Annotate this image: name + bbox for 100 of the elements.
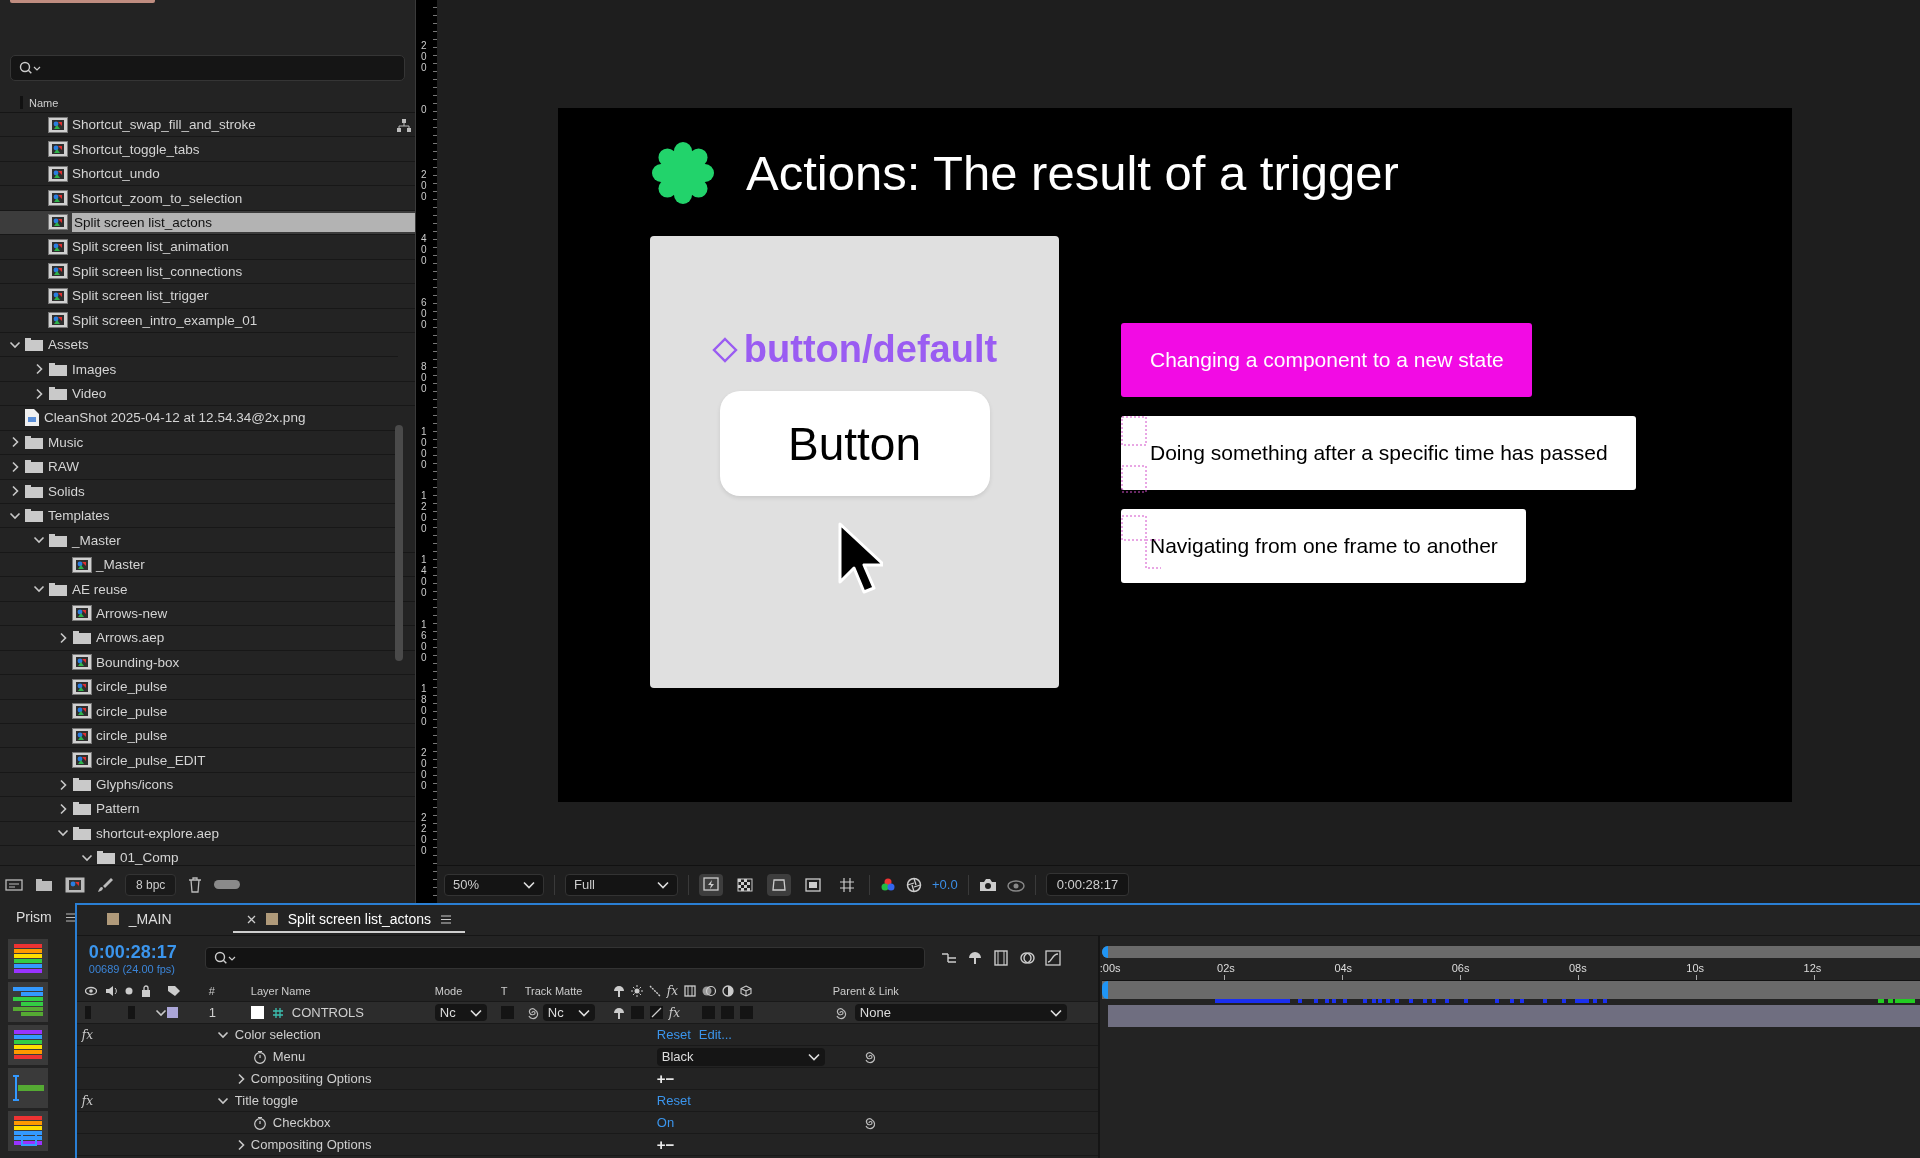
search-field[interactable] bbox=[204, 947, 925, 969]
effect-name[interactable]: Color selection bbox=[234, 1027, 321, 1042]
chevron-down-icon[interactable] bbox=[81, 853, 93, 862]
effects-switch[interactable]: fx bbox=[668, 1005, 680, 1020]
flowchart-icon[interactable] bbox=[940, 950, 957, 966]
lock-toggle[interactable] bbox=[128, 1006, 135, 1019]
current-time[interactable]: 0:00:28:17 bbox=[88, 941, 199, 963]
column-header[interactable]: Mode bbox=[434, 984, 463, 997]
switch-toggle[interactable] bbox=[630, 1006, 644, 1019]
link[interactable]: Edit... bbox=[698, 1027, 732, 1042]
fast-preview-icon[interactable] bbox=[703, 876, 719, 893]
project-item[interactable]: Assets bbox=[0, 332, 398, 358]
preset-thumbnail-icon[interactable] bbox=[8, 1068, 48, 1108]
chevron-down-icon[interactable] bbox=[9, 511, 21, 520]
tag-icon[interactable] bbox=[166, 984, 181, 997]
property-name[interactable]: Checkbox bbox=[272, 1115, 331, 1130]
column-header[interactable]: Layer Name bbox=[250, 984, 311, 997]
shy-layer-icon[interactable] bbox=[612, 1006, 625, 1019]
stopwatch-icon[interactable] bbox=[252, 1049, 267, 1064]
chevron-right-icon[interactable] bbox=[59, 631, 67, 644]
switch-toggle[interactable] bbox=[702, 1006, 715, 1019]
motion-blur-icon[interactable] bbox=[702, 984, 716, 997]
bit-depth-button[interactable]: 8 bpc bbox=[125, 873, 177, 896]
chevron-down-icon[interactable] bbox=[33, 585, 45, 594]
track-matte-dropdown[interactable]: Nc bbox=[542, 1004, 595, 1021]
scrollbar[interactable] bbox=[395, 425, 403, 661]
preset-thumbnail-icon[interactable] bbox=[8, 1025, 48, 1065]
chevron-down-icon[interactable] bbox=[154, 1008, 167, 1017]
timeline-tab[interactable]: _MAIN bbox=[92, 907, 233, 933]
motion-blur-icon[interactable] bbox=[1018, 950, 1035, 966]
shy-layer-icon[interactable] bbox=[966, 950, 983, 966]
shy-layer-icon[interactable] bbox=[612, 984, 625, 997]
column-header[interactable]: T bbox=[500, 984, 508, 997]
timeline-tab[interactable]: Split screen list_actons bbox=[232, 907, 465, 933]
composition-icon[interactable] bbox=[65, 876, 85, 893]
property-name[interactable]: Compositing Options bbox=[250, 1137, 372, 1152]
hierarchy-icon[interactable] bbox=[397, 119, 411, 132]
column-header[interactable]: Name bbox=[29, 96, 59, 109]
mode-dropdown[interactable]: Nc bbox=[434, 1004, 487, 1021]
layer-name[interactable]: CONTROLS bbox=[291, 1005, 364, 1020]
chevron-right-icon[interactable] bbox=[59, 802, 67, 815]
chevron-down-icon[interactable] bbox=[33, 536, 45, 545]
effect-name[interactable]: Title toggle bbox=[234, 1093, 298, 1108]
parent-dropdown[interactable]: None bbox=[854, 1004, 1067, 1021]
transparency-grid-icon[interactable] bbox=[737, 876, 753, 893]
label-color-swatch[interactable] bbox=[166, 1007, 178, 1018]
camera-icon[interactable] bbox=[978, 877, 997, 892]
color-channels-icon[interactable] bbox=[880, 876, 896, 893]
property-name[interactable]: Menu bbox=[272, 1049, 306, 1064]
chevron-right-icon[interactable] bbox=[11, 460, 19, 473]
chevron-down-icon[interactable] bbox=[9, 340, 21, 349]
frame-blending-icon[interactable] bbox=[684, 984, 696, 997]
chevron-right-icon[interactable] bbox=[11, 436, 19, 449]
link[interactable]: Reset bbox=[656, 1027, 691, 1042]
chevron-down-icon[interactable] bbox=[216, 1096, 229, 1105]
quality-slash-icon[interactable] bbox=[648, 984, 661, 997]
column-header[interactable]: # bbox=[202, 984, 245, 997]
close-icon[interactable] bbox=[246, 914, 256, 924]
stopwatch-icon[interactable] bbox=[252, 1115, 267, 1130]
switch-toggle[interactable] bbox=[721, 1006, 734, 1019]
switch-toggle[interactable] bbox=[740, 1006, 753, 1019]
chevron-right-icon[interactable] bbox=[35, 387, 43, 400]
property-value[interactable]: On bbox=[656, 1115, 675, 1130]
eye-icon[interactable] bbox=[84, 984, 97, 997]
chevron-right-icon[interactable] bbox=[59, 778, 67, 791]
preset-thumbnail-icon[interactable] bbox=[8, 982, 48, 1022]
add-remove-controls[interactable]: +− bbox=[656, 1070, 675, 1087]
brush-icon[interactable] bbox=[97, 876, 113, 893]
search-field[interactable] bbox=[10, 55, 405, 81]
time-navigator-bar[interactable] bbox=[1101, 980, 1920, 999]
chevron-down-icon[interactable] bbox=[57, 829, 69, 838]
property-name[interactable]: Compositing Options bbox=[250, 1071, 372, 1086]
grid-guides-icon[interactable] bbox=[839, 876, 855, 893]
chevron-right-icon[interactable] bbox=[35, 363, 43, 376]
menu-icon[interactable] bbox=[440, 914, 451, 924]
preserve-transparency-checkbox[interactable] bbox=[500, 1006, 514, 1019]
show-snapshot-icon[interactable] bbox=[1006, 877, 1025, 892]
column-header[interactable]: Parent & Link bbox=[832, 984, 899, 997]
menu-icon[interactable] bbox=[65, 912, 75, 922]
project-item[interactable]: Split screen list_actons bbox=[0, 210, 415, 236]
chevron-down-icon[interactable] bbox=[216, 1030, 229, 1039]
link[interactable]: Reset bbox=[656, 1093, 691, 1108]
magnification-dropdown[interactable]: 50% bbox=[444, 873, 544, 896]
chevron-right-icon[interactable] bbox=[236, 1072, 245, 1085]
sun-icon[interactable] bbox=[630, 984, 643, 997]
graph-editor-icon[interactable] bbox=[1044, 950, 1061, 966]
add-remove-controls[interactable]: +− bbox=[656, 1136, 675, 1153]
region-of-interest-icon[interactable] bbox=[805, 876, 821, 893]
frame-blending-icon[interactable] bbox=[992, 950, 1009, 966]
folder-icon[interactable] bbox=[35, 877, 53, 892]
project-item[interactable]: CleanShot 2025-04-12 at 12.54.34@2x.png bbox=[0, 406, 398, 431]
exposure-value[interactable]: +0.0 bbox=[932, 877, 958, 892]
value-dropdown[interactable]: Black bbox=[656, 1047, 825, 1066]
visibility-toggle[interactable] bbox=[84, 1006, 92, 1019]
chevron-right-icon[interactable] bbox=[11, 485, 19, 498]
interpret-footage-icon[interactable] bbox=[5, 877, 23, 892]
trash-icon[interactable] bbox=[188, 876, 203, 893]
mask-path-icon[interactable] bbox=[771, 876, 787, 893]
column-header[interactable]: Track Matte bbox=[524, 984, 583, 997]
cube-icon[interactable] bbox=[740, 984, 752, 997]
